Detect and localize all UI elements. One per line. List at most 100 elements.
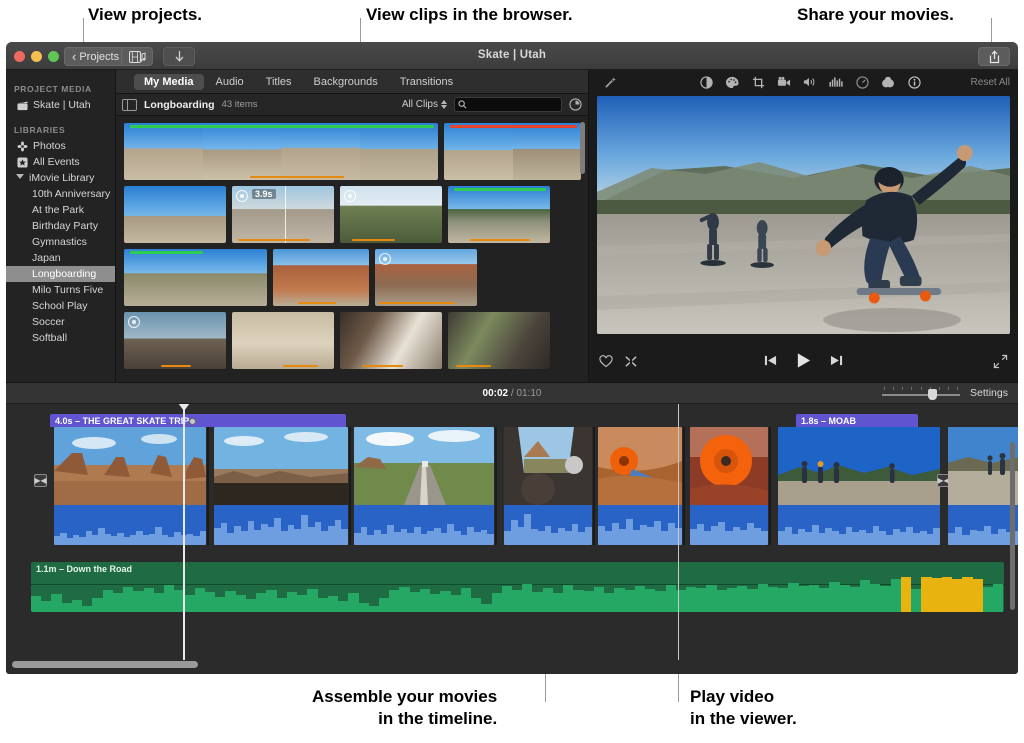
viewer-video-image[interactable] (597, 96, 1010, 334)
fullscreen-icon[interactable] (993, 354, 1008, 372)
sidebar-item-all-events[interactable]: All Events (6, 154, 115, 170)
browser-clip-7[interactable] (124, 249, 267, 306)
browser-clip-filmstrip-1[interactable] (124, 123, 438, 180)
browser-clip-4[interactable]: 3.9s (232, 186, 334, 243)
sidebar-item-softball[interactable]: Softball (6, 330, 115, 346)
browser-clip-filmstrip-2[interactable] (444, 123, 581, 180)
timeline-clip-6[interactable] (690, 427, 768, 545)
sidebar-item-japan[interactable]: Japan (6, 250, 115, 266)
browser-vertical-scrollbar[interactable] (580, 122, 585, 174)
keyframe-marker-icon[interactable] (189, 418, 196, 425)
timeline-playhead[interactable] (183, 404, 185, 660)
share-button[interactable] (978, 47, 1010, 66)
favorite-icon[interactable] (236, 190, 248, 202)
callout-play-viewer: Play video in the viewer. (690, 686, 797, 730)
info-icon[interactable] (901, 76, 927, 89)
sidebar-item-longboarding[interactable]: Longboarding (6, 266, 115, 282)
tab-titles[interactable]: Titles (256, 74, 302, 90)
timeline-clip-7[interactable] (778, 427, 940, 545)
color-correction-palette-icon[interactable] (719, 76, 745, 89)
favorite-icon[interactable] (344, 190, 356, 202)
sidebar-item-gymnastics[interactable]: Gymnastics (6, 234, 115, 250)
browser-options-icon[interactable] (569, 98, 582, 111)
noise-reduction-equalizer-icon[interactable] (823, 76, 849, 88)
reject-x-icon[interactable] (624, 355, 638, 371)
sidebar-item-skate-utah[interactable]: Skate | Utah (6, 97, 115, 113)
tab-transitions[interactable]: Transitions (390, 74, 463, 90)
tab-my-media[interactable]: My Media (134, 74, 204, 90)
screenshot-root: View projects. View clips in the browser… (0, 0, 1024, 743)
timeline-clip-5[interactable] (598, 427, 682, 545)
sidebar-item-imovie-library[interactable]: iMovie Library (6, 170, 115, 186)
disclosure-open-icon[interactable] (16, 174, 24, 182)
used-range-bar (379, 302, 454, 305)
browser-item-count: 43 items (222, 99, 258, 110)
favorite-icon[interactable] (128, 316, 140, 328)
timeline-clip-8[interactable] (948, 427, 1018, 545)
viewer-rating-controls (599, 355, 638, 371)
timeline-clip-2[interactable] (214, 427, 348, 545)
skip-previous-icon[interactable] (764, 354, 777, 372)
sidebar-item-label: Skate | Utah (33, 99, 91, 111)
sidebar-toggle-icon[interactable] (122, 99, 137, 111)
favorite-icon[interactable] (379, 253, 391, 265)
play-icon[interactable] (795, 352, 812, 374)
sidebar-item-milo-turns-five[interactable]: Milo Turns Five (6, 282, 115, 298)
timeline-horizontal-scrollbar[interactable] (12, 661, 198, 668)
browser-clip-6[interactable] (448, 186, 550, 243)
tab-backgrounds[interactable]: Backgrounds (304, 74, 388, 90)
timeline-clip-label-1[interactable]: 4.0s – THE GREAT SKATE TRIP (50, 414, 346, 427)
sidebar-item-school-play[interactable]: School Play (6, 298, 115, 314)
waveform (214, 505, 348, 545)
sidebar-item-birthday-party[interactable]: Birthday Party (6, 218, 115, 234)
timeline-clip-label-7[interactable]: 1.8s – MOAB (796, 414, 918, 427)
favorite-bar (130, 125, 434, 128)
browser-clip-13[interactable] (448, 312, 550, 369)
timeline-clip-3[interactable] (354, 427, 494, 545)
viewer-transport (589, 352, 1018, 374)
sidebar-item-10th-anniversary[interactable]: 10th Anniversary (6, 186, 115, 202)
clip-connector-icon[interactable]: ▶◀ (34, 474, 47, 487)
sidebar-item-label: 10th Anniversary (32, 188, 110, 200)
media-sidebar[interactable]: PROJECT MEDIA Skate | Utah LIBRARIES (6, 70, 116, 382)
zoom-slider-knob[interactable] (928, 389, 937, 400)
chevron-updown-icon[interactable] (441, 100, 447, 109)
timeline-audio-track[interactable]: 1.1m – Down the Road (31, 562, 1004, 612)
browser-clip-12[interactable] (340, 312, 442, 369)
timeline-vertical-scrollbar[interactable] (1010, 442, 1015, 610)
timeline-zoom-slider[interactable] (882, 386, 960, 400)
sidebar-item-at-the-park[interactable]: At the Park (6, 202, 115, 218)
leader-line-viewer (678, 672, 679, 702)
sidebar-item-soccer[interactable]: Soccer (6, 314, 115, 330)
used-range-bar (238, 239, 309, 242)
browser-clip-5[interactable] (340, 186, 442, 243)
search-field[interactable] (454, 97, 562, 112)
clip-filter-icon[interactable] (875, 76, 901, 89)
sidebar-item-photos[interactable]: Photos (6, 138, 115, 154)
clip-divider (683, 427, 685, 545)
tab-audio[interactable]: Audio (206, 74, 254, 90)
stabilization-camera-icon[interactable] (771, 76, 797, 88)
document-title: Skate | Utah (6, 49, 1018, 61)
browser-clip-8[interactable] (273, 249, 369, 306)
skip-next-icon[interactable] (830, 354, 843, 372)
clip-grid[interactable]: 3.9s (116, 117, 588, 382)
clip-divider (349, 427, 351, 545)
reset-all-button[interactable]: Reset All (971, 77, 1010, 88)
browser-clip-10[interactable] (124, 312, 226, 369)
browser-clip-3[interactable] (124, 186, 226, 243)
browser-clip-9[interactable] (375, 249, 477, 306)
enhance-magic-wand-icon[interactable] (597, 76, 623, 89)
settings-button[interactable]: Settings (970, 387, 1008, 399)
volume-icon[interactable] (797, 76, 823, 88)
timeline-pane[interactable]: 4.0s – THE GREAT SKATE TRIP 1.8s – MOAB (6, 404, 1018, 672)
heart-icon[interactable] (599, 355, 613, 371)
speed-gauge-icon[interactable] (849, 76, 875, 89)
crop-icon[interactable] (745, 76, 771, 89)
color-balance-icon[interactable] (693, 76, 719, 89)
search-input[interactable] (470, 99, 556, 110)
all-clips-filter[interactable]: All Clips (402, 99, 447, 110)
browser-clip-11[interactable] (232, 312, 334, 369)
timeline-clip-4[interactable] (504, 427, 592, 545)
playhead-handle[interactable] (178, 404, 190, 411)
